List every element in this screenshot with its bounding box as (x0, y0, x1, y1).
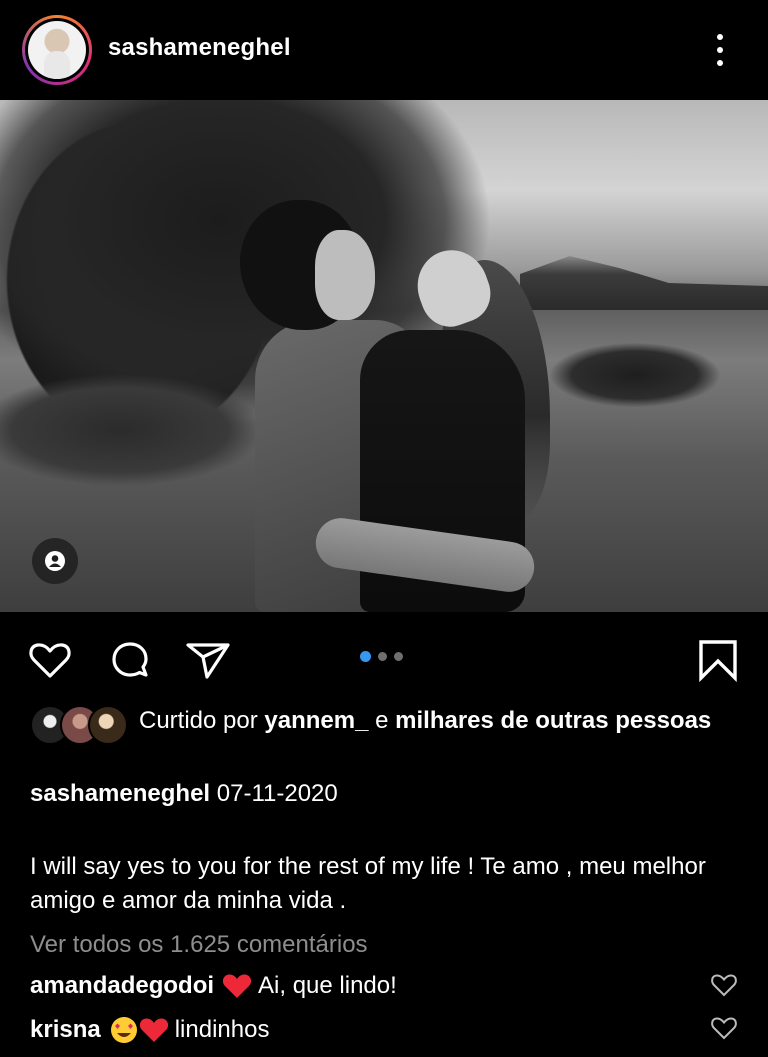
comment-emoji (109, 1015, 169, 1045)
share-icon[interactable] (184, 636, 232, 684)
bookmark-icon[interactable] (694, 636, 742, 684)
post-header: sashameneghel (0, 0, 768, 100)
comment-username[interactable]: krisna (30, 1014, 101, 1046)
post-photo[interactable] (0, 100, 768, 612)
caption-username[interactable]: sashameneghel (30, 780, 210, 807)
liker-username[interactable]: yannem_ (264, 707, 368, 734)
comment-username[interactable]: amandadegodoi (30, 970, 214, 1002)
header-username[interactable]: sashameneghel (108, 34, 291, 62)
comment-icon[interactable] (106, 636, 154, 684)
comment-emoji (222, 972, 252, 1000)
comment-item: krisna lindinhos (30, 1014, 768, 1046)
profile-avatar[interactable] (22, 15, 92, 85)
carousel-indicator (360, 651, 403, 662)
view-all-comments-link[interactable]: Ver todos os 1.625 comentários (30, 929, 368, 961)
action-bar (0, 612, 768, 702)
caption-text: I will say yes to you for the rest of my… (30, 853, 706, 914)
kebab-menu-icon[interactable] (708, 30, 732, 70)
comment-like-heart-icon[interactable] (710, 1014, 738, 1042)
user-tag-icon[interactable] (32, 538, 78, 584)
liker-avatars[interactable] (30, 705, 130, 745)
likes-others-link[interactable]: milhares de outras pessoas (395, 707, 711, 734)
carousel-dot (378, 652, 387, 661)
comment-text: Ai, que lindo! (258, 972, 397, 999)
likes-text: Curtido por yannem_ e milhares de outras… (139, 707, 712, 734)
comment-text: lindinhos (174, 1016, 270, 1043)
avatar-image (28, 21, 86, 79)
liker-avatar (88, 705, 128, 745)
carousel-dot-active (360, 651, 371, 662)
caption-date: 07-11-2020 (216, 780, 338, 807)
carousel-dot (394, 652, 403, 661)
comment-like-heart-icon[interactable] (710, 971, 738, 999)
caption-header: sashameneghel 07-11-2020 (30, 778, 338, 810)
heart-icon[interactable] (26, 636, 74, 684)
photo-subject (240, 200, 550, 612)
comment-item: amandadegodoi Ai, que lindo! (30, 970, 768, 1002)
